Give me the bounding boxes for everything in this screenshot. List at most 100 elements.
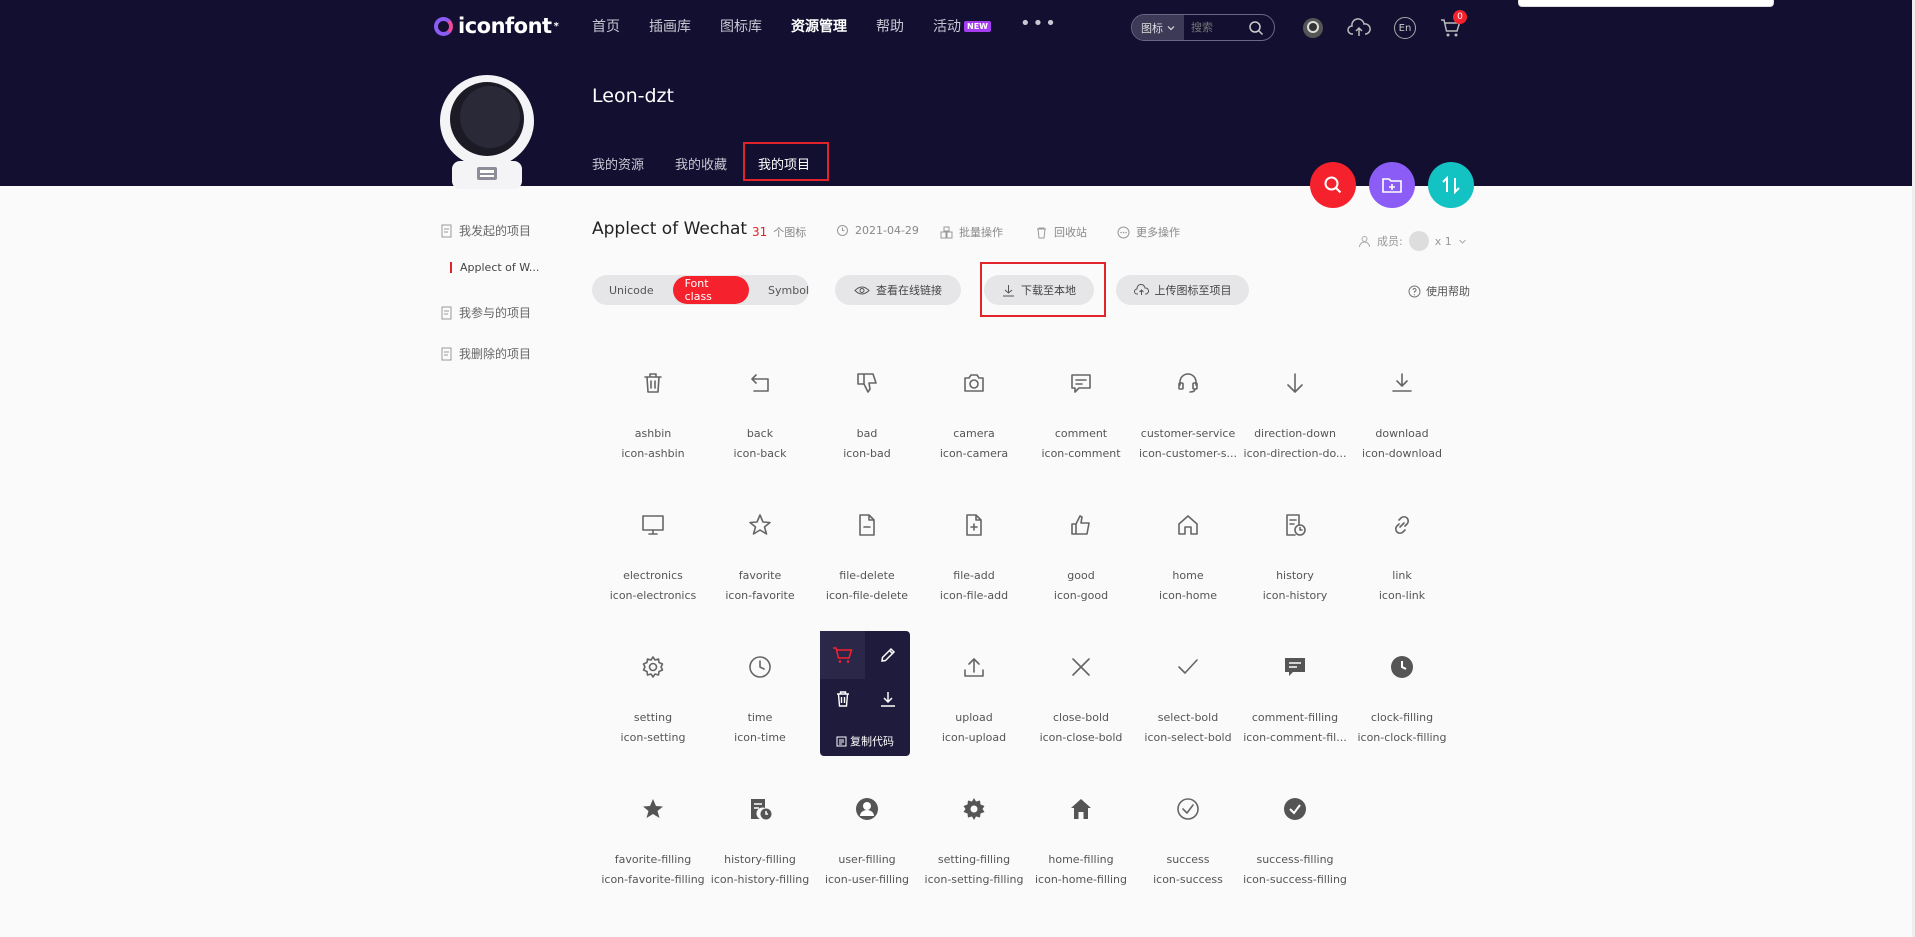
copy-code-button[interactable]: 复制代码 <box>820 733 910 749</box>
icon-card[interactable]: favorite-filling icon-favorite-filling <box>600 797 706 937</box>
language-switch[interactable]: En <box>1392 15 1418 41</box>
icon-card[interactable]: comment icon-comment <box>1028 371 1134 511</box>
members-label: 成员: <box>1377 235 1403 248</box>
icon-card[interactable]: close-bold icon-close-bold <box>1028 655 1134 795</box>
icon-card[interactable]: good icon-good <box>1028 513 1134 653</box>
tab-my-favorites[interactable]: 我的收藏 <box>675 154 727 173</box>
download-icon-button[interactable] <box>865 675 910 723</box>
icon-hover-actions: 复制代码 <box>820 631 910 756</box>
home-icon <box>1178 515 1198 535</box>
icon-card[interactable]: back icon-back <box>707 371 813 511</box>
icon-card[interactable]: setting icon-setting <box>600 655 706 795</box>
trash-icon <box>1037 227 1046 238</box>
icon-card[interactable]: success-filling icon-success-filling <box>1242 797 1348 937</box>
icon-name: close-bold <box>1052 711 1110 724</box>
icon-card[interactable]: upload icon-upload <box>921 655 1027 795</box>
headset-icon <box>1178 373 1198 393</box>
icon-card[interactable]: link icon-link <box>1349 513 1455 653</box>
icon-name: file-delete <box>839 569 895 582</box>
icon-class: icon-history-filling <box>710 873 810 886</box>
icon-card[interactable]: camera icon-camera <box>921 371 1027 511</box>
batch-operation-button[interactable]: 批量操作 <box>940 224 1003 240</box>
icon-card[interactable]: home icon-home <box>1135 513 1241 653</box>
search-input[interactable] <box>1184 21 1246 34</box>
icon-card[interactable]: home-filling icon-home-filling <box>1028 797 1134 937</box>
icon-card[interactable]: download icon-download <box>1349 371 1455 511</box>
recycle-bin-label: 回收站 <box>1054 226 1087 239</box>
mode-font-class[interactable]: Font class <box>672 276 750 304</box>
new-badge: NEW <box>964 20 991 32</box>
nav-activity[interactable]: 活动 NEW <box>933 16 991 36</box>
batch-operation-label: 批量操作 <box>959 226 1003 239</box>
icon-class: icon-setting-filling <box>924 873 1024 886</box>
user-avatar-icon[interactable] <box>1300 15 1326 41</box>
profile-avatar[interactable] <box>438 69 536 189</box>
search-type-select[interactable]: 图标 <box>1132 15 1184 40</box>
view-online-link-button[interactable]: 查看在线链接 <box>835 275 961 305</box>
icon-card[interactable]: direction-down icon-direction-do... <box>1242 371 1348 511</box>
icon-card[interactable]: success icon-success <box>1135 797 1241 937</box>
upload-cloud-icon[interactable] <box>1346 15 1372 41</box>
icon-class: icon-upload <box>941 731 1007 744</box>
icon-name: link <box>1392 569 1412 582</box>
usage-help-link[interactable]: 使用帮助 <box>1408 283 1470 299</box>
icon-card[interactable]: history-filling icon-history-filling <box>707 797 813 937</box>
dropdown-edge <box>1518 0 1774 7</box>
icon-card[interactable]: file-add icon-file-add <box>921 513 1027 653</box>
nav-home[interactable]: 首页 <box>592 16 620 36</box>
icon-class: icon-back <box>733 447 787 460</box>
iconfont-logo[interactable]: iconfont * <box>434 14 559 38</box>
icon-card[interactable]: time icon-time <box>707 655 813 795</box>
icon-card[interactable]: favorite icon-favorite <box>707 513 813 653</box>
mode-unicode[interactable]: Unicode <box>609 284 654 297</box>
sidebar-item-joined[interactable]: 我参与的项目 <box>440 304 531 321</box>
more-circle-icon <box>1117 226 1130 238</box>
icon-card[interactable]: customer-service icon-customer-s... <box>1135 371 1241 511</box>
icon-card[interactable]: electronics icon-electronics <box>600 513 706 653</box>
nav-help[interactable]: 帮助 <box>876 16 904 36</box>
icon-card[interactable]: comment-filling icon-comment-fil... <box>1242 655 1348 795</box>
sort-fab-button[interactable] <box>1428 162 1474 208</box>
icon-card[interactable]: clock-filling icon-clock-filling <box>1349 655 1455 795</box>
icon-card[interactable]: setting-filling icon-setting-filling <box>921 797 1027 937</box>
nav-more-button[interactable]: ••• <box>1020 10 1058 36</box>
sidebar-item-current-project[interactable]: Applect of W... <box>450 262 550 273</box>
sidebar-item-deleted[interactable]: 我删除的项目 <box>440 345 531 362</box>
project-date-value: 2021-04-29 <box>855 224 919 237</box>
icon-card[interactable]: select-bold icon-select-bold <box>1135 655 1241 795</box>
tab-my-resources[interactable]: 我的资源 <box>592 154 644 173</box>
new-folder-fab-button[interactable] <box>1369 162 1415 208</box>
nav-resource-management[interactable]: 资源管理 <box>791 16 847 36</box>
icon-class: icon-close-bold <box>1039 731 1123 744</box>
upload-cloud-icon <box>1133 284 1149 295</box>
upload-to-project-button[interactable]: 上传图标至项目 <box>1116 275 1249 305</box>
camera-icon <box>964 374 984 392</box>
icon-card[interactable]: history icon-history <box>1242 513 1348 653</box>
nav-illustrations[interactable]: 插画库 <box>649 16 691 36</box>
icon-name: electronics <box>623 569 683 582</box>
icon-class: icon-file-add <box>939 589 1009 602</box>
thumb-down-icon <box>857 373 877 393</box>
delete-icon-button[interactable] <box>820 675 865 723</box>
sidebar-item-started[interactable]: 我发起的项目 <box>440 222 531 239</box>
history-filled-icon <box>751 799 772 820</box>
icon-name: select-bold <box>1157 711 1219 724</box>
add-to-cart-button[interactable] <box>820 631 865 679</box>
more-operations-button[interactable]: 更多操作 <box>1117 224 1180 240</box>
recycle-bin-button[interactable]: 回收站 <box>1035 224 1087 240</box>
icon-card[interactable]: ashbin icon-ashbin <box>600 371 706 511</box>
icon-count-unit: 个图标 <box>773 226 807 239</box>
icon-class: icon-comment-fil... <box>1243 731 1347 744</box>
edit-icon-button[interactable] <box>865 631 910 679</box>
check-icon <box>1178 659 1198 674</box>
icon-card[interactable]: bad icon-bad <box>814 371 920 511</box>
cart-icon[interactable]: 0 <box>1438 10 1467 41</box>
icon-name: setting <box>633 711 673 724</box>
icon-card[interactable]: user-filling icon-user-filling <box>814 797 920 937</box>
icon-name: setting-filling <box>937 853 1011 866</box>
mode-symbol[interactable]: Symbol <box>768 284 809 297</box>
members[interactable]: 成员: x 1 <box>1358 231 1467 251</box>
search-icon[interactable] <box>1248 20 1264 36</box>
search-fab-button[interactable] <box>1310 162 1356 208</box>
nav-icon-library[interactable]: 图标库 <box>720 16 762 36</box>
